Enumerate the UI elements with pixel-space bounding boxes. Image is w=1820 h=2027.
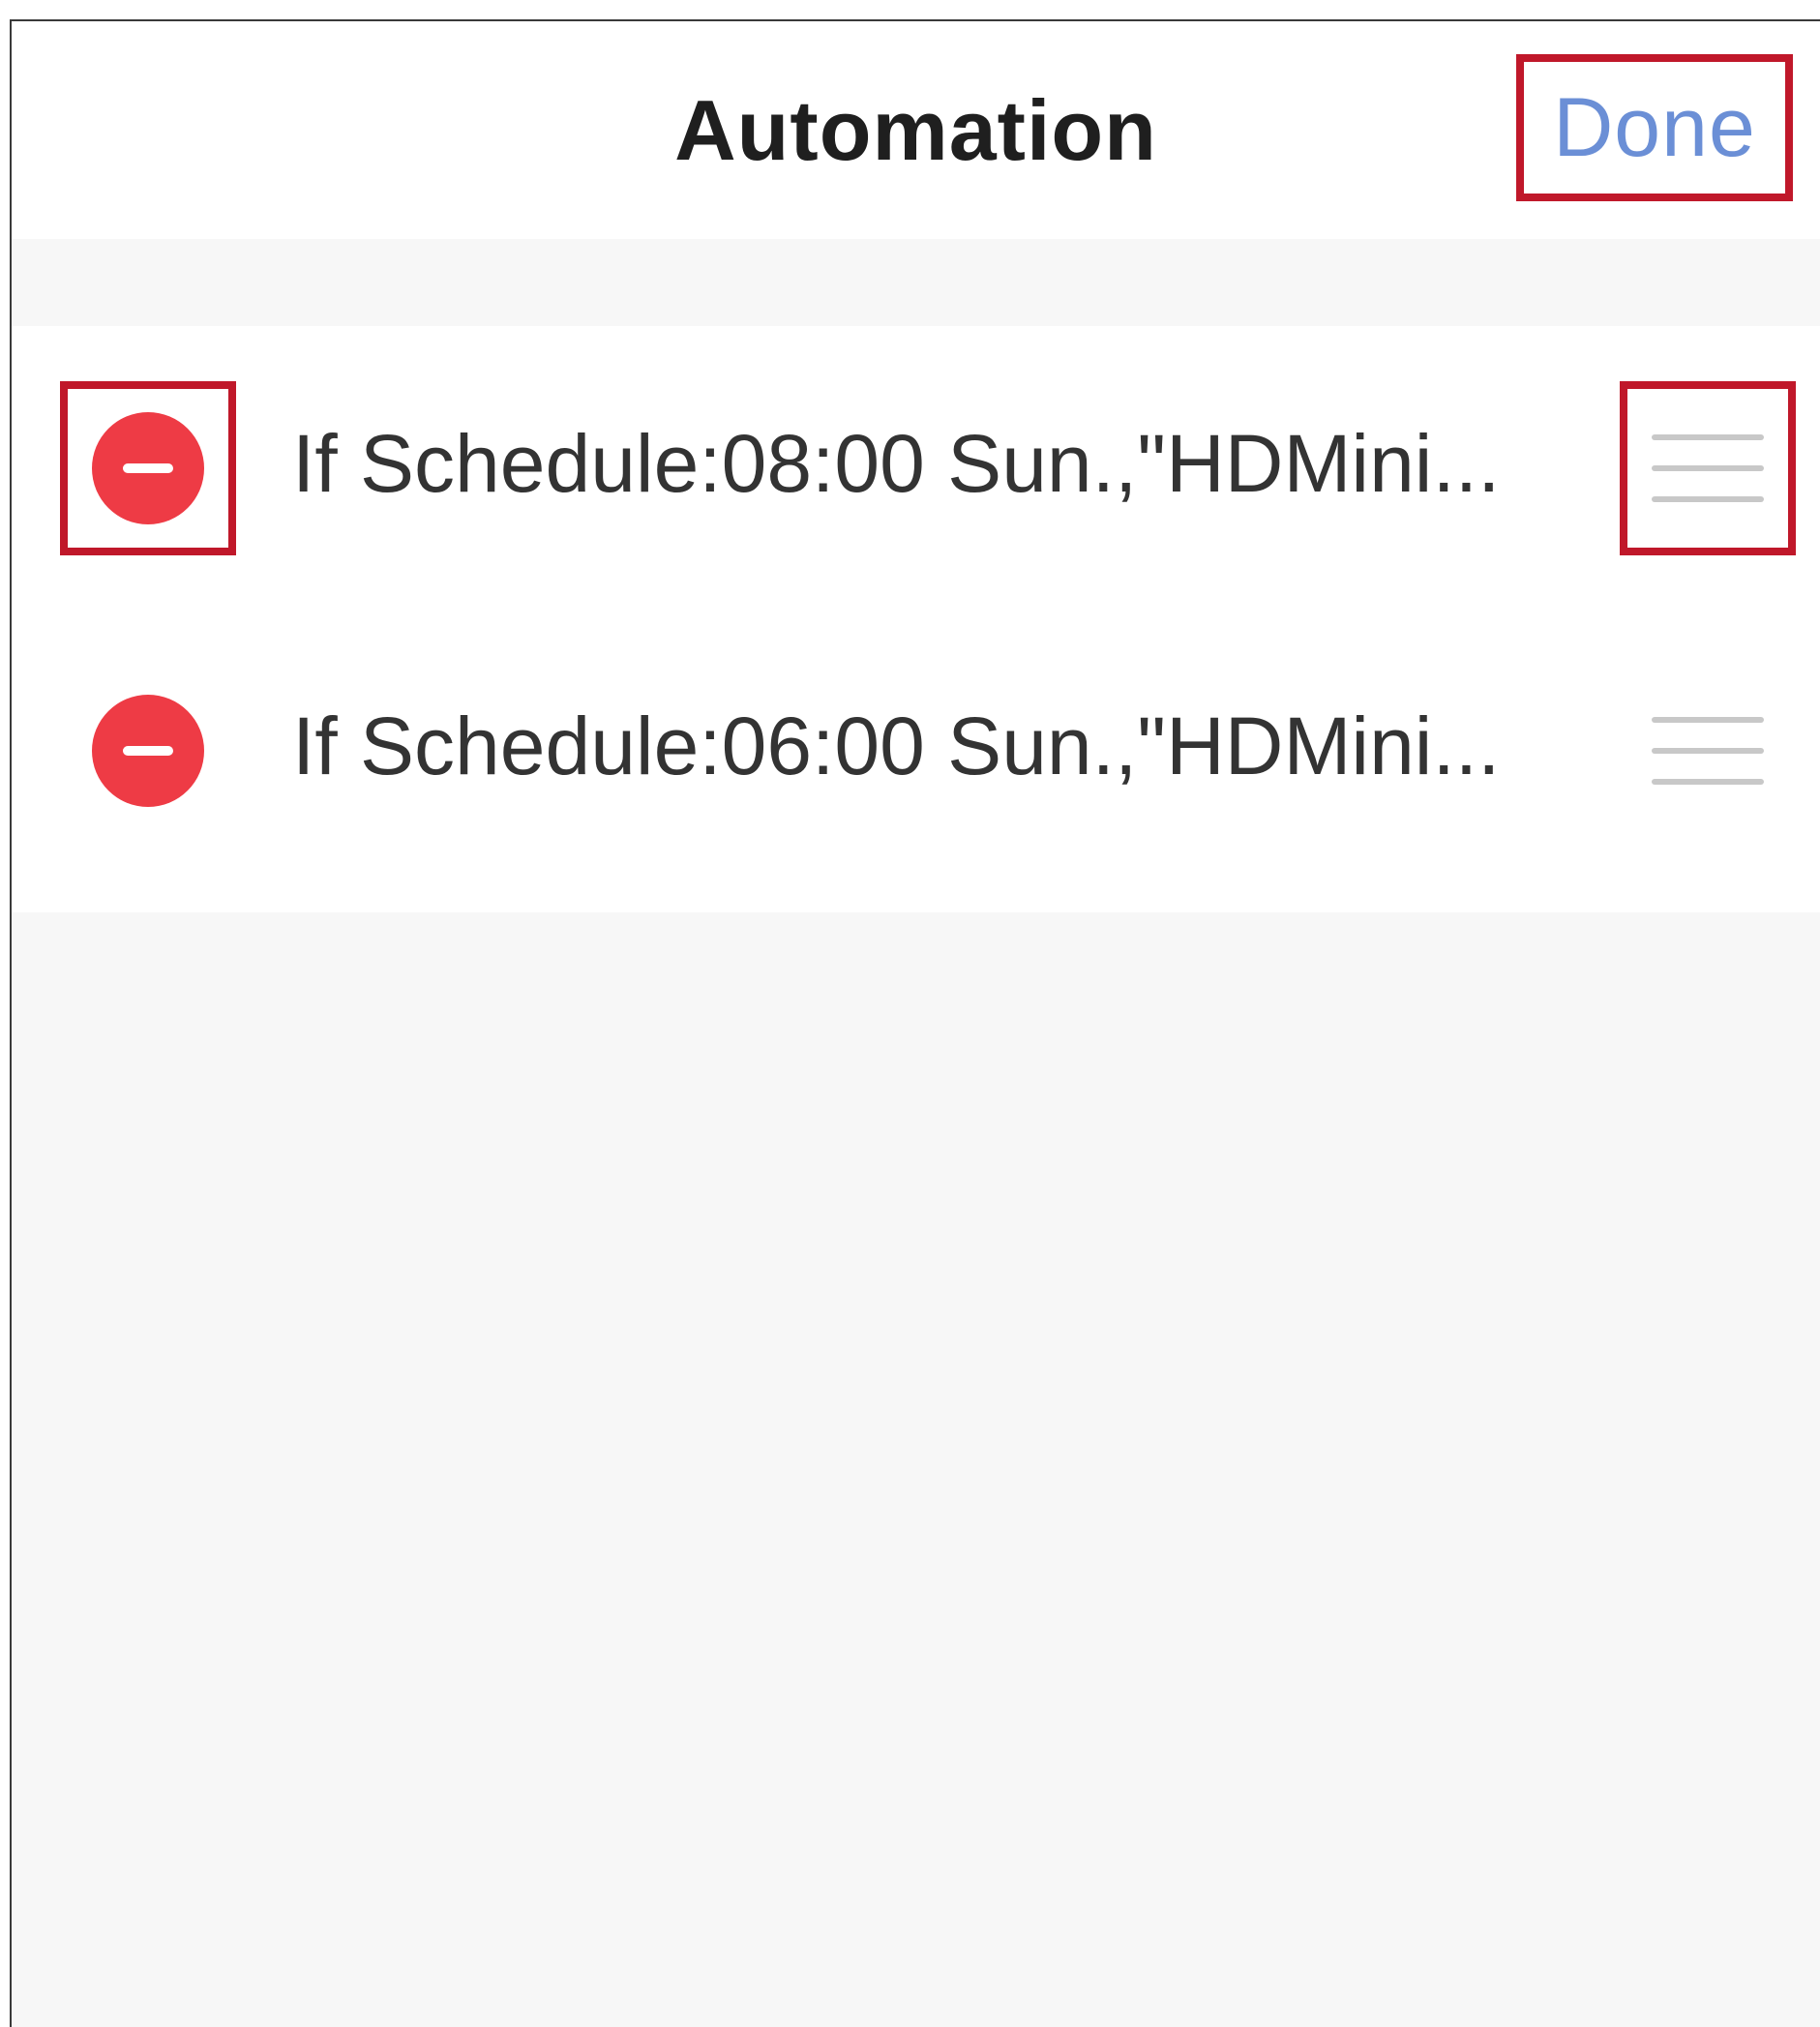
minus-circle-icon: [92, 412, 204, 524]
app-frame: Automation Done If Schedule:08:00 Sun.,"…: [10, 19, 1820, 2027]
automation-label: If Schedule:08:00 Sun.,"HDMini...: [292, 418, 1501, 509]
hamburger-icon: [1652, 434, 1764, 502]
list-item[interactable]: If Schedule:08:00 Sun.,"HDMini...: [12, 326, 1820, 609]
remove-button[interactable]: [60, 664, 236, 838]
done-button[interactable]: Done: [1516, 54, 1793, 201]
reorder-handle[interactable]: [1620, 664, 1796, 838]
reorder-handle[interactable]: [1620, 381, 1796, 555]
automation-label: If Schedule:06:00 Sun.,"HDMini...: [292, 701, 1501, 791]
automation-list: If Schedule:08:00 Sun.,"HDMini... If Sch…: [12, 326, 1820, 912]
list-item[interactable]: If Schedule:06:00 Sun.,"HDMini...: [12, 609, 1820, 891]
done-label: Done: [1553, 80, 1756, 174]
navigation-bar: Automation Done: [12, 21, 1820, 239]
remove-button[interactable]: [60, 381, 236, 555]
minus-circle-icon: [92, 695, 204, 807]
hamburger-icon: [1652, 717, 1764, 785]
